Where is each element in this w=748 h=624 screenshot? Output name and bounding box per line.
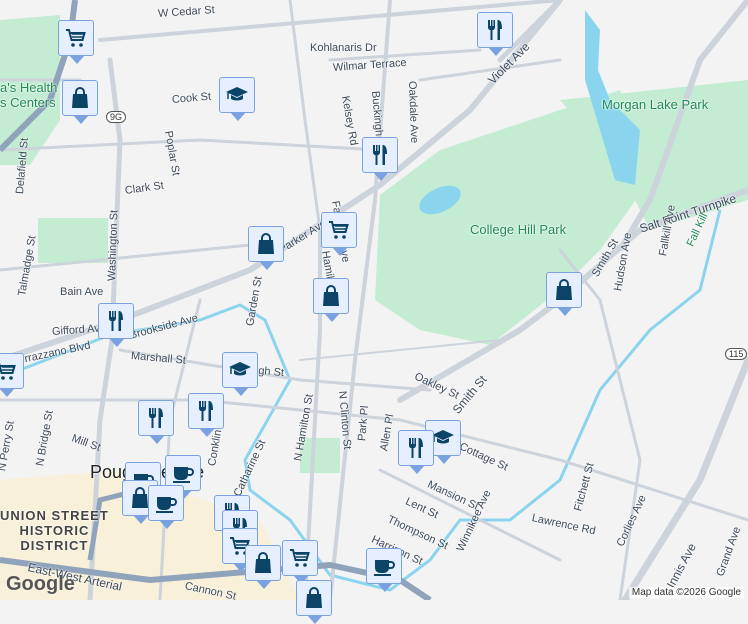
restaurant-marker[interactable] bbox=[98, 303, 134, 347]
map-attribution[interactable]: Map data ©2026 Google bbox=[628, 587, 744, 598]
coffee-icon bbox=[154, 491, 178, 515]
cart-marker[interactable] bbox=[282, 540, 318, 584]
bag-icon bbox=[68, 86, 92, 110]
cart-icon bbox=[64, 26, 88, 50]
place-label-union-street-district: UNION STREET HISTORIC DISTRICT bbox=[0, 508, 109, 553]
cart-marker[interactable] bbox=[58, 20, 94, 64]
graduation-cap-marker[interactable] bbox=[222, 352, 258, 396]
bag-icon bbox=[552, 278, 576, 302]
bag-icon bbox=[251, 551, 275, 575]
restaurant-marker[interactable] bbox=[188, 393, 224, 437]
restaurant-icon bbox=[144, 406, 168, 430]
graduation-cap-icon bbox=[228, 358, 252, 382]
bag-marker[interactable] bbox=[245, 545, 281, 589]
route-shield-115: 115 bbox=[725, 348, 748, 360]
bag-marker[interactable] bbox=[62, 80, 98, 124]
street-label: Washington St bbox=[106, 209, 121, 282]
cart-icon bbox=[288, 546, 312, 570]
bag-icon bbox=[319, 284, 343, 308]
bag-marker[interactable] bbox=[248, 226, 284, 270]
place-label-health-center: a's Health s Centers bbox=[0, 80, 58, 110]
cart-icon bbox=[327, 218, 351, 242]
restaurant-marker[interactable] bbox=[398, 430, 434, 474]
bag-marker[interactable] bbox=[313, 278, 349, 322]
coffee-icon bbox=[171, 461, 195, 485]
graduation-cap-icon bbox=[431, 426, 455, 450]
coffee-marker[interactable] bbox=[148, 485, 184, 529]
green-area bbox=[38, 218, 108, 263]
restaurant-icon bbox=[104, 309, 128, 333]
street-label: Kohlanaris Dr bbox=[310, 42, 377, 54]
restaurant-marker[interactable] bbox=[138, 400, 174, 444]
place-label-college-hill-park: College Hill Park bbox=[470, 222, 567, 237]
bag-marker[interactable] bbox=[296, 580, 332, 624]
graduation-cap-marker[interactable] bbox=[219, 77, 255, 121]
coffee-marker[interactable] bbox=[366, 548, 402, 592]
google-logo: Google bbox=[6, 573, 75, 595]
route-shield-9g: 9G bbox=[106, 111, 127, 123]
restaurant-marker[interactable] bbox=[362, 137, 398, 181]
street-label: Oakdale Ave bbox=[406, 80, 421, 144]
cart-icon bbox=[0, 359, 18, 383]
restaurant-marker[interactable] bbox=[477, 12, 513, 56]
restaurant-icon bbox=[194, 399, 218, 423]
place-label-morgan-lake-park: Morgan Lake Park bbox=[602, 97, 709, 112]
restaurant-icon bbox=[368, 143, 392, 167]
graduation-cap-icon bbox=[225, 83, 249, 107]
coffee-icon bbox=[372, 554, 396, 578]
bag-icon bbox=[254, 232, 278, 256]
bag-marker[interactable] bbox=[546, 272, 582, 316]
cart-marker[interactable] bbox=[321, 212, 357, 256]
restaurant-icon bbox=[404, 436, 428, 460]
bag-icon bbox=[302, 586, 326, 610]
restaurant-icon bbox=[483, 18, 507, 42]
street-label: Bain Ave bbox=[60, 286, 104, 298]
cart-marker[interactable] bbox=[0, 353, 24, 397]
